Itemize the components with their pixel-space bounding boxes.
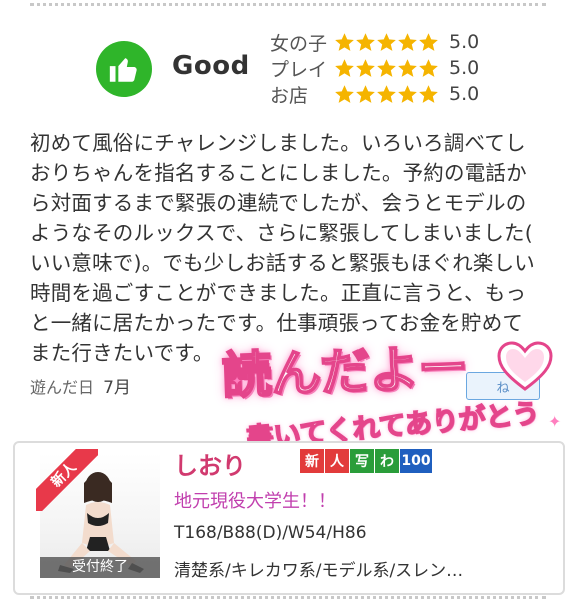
profile-measurements: T168/B88(D)/W54/H86 [174, 523, 367, 543]
rating-value: 5.0 [449, 31, 480, 53]
star-icon [355, 84, 376, 105]
visit-date-month: 7月 [103, 378, 131, 398]
star-icon [418, 58, 439, 79]
divider-top [30, 3, 546, 6]
star-rating [334, 32, 439, 53]
badge: 写 [350, 449, 374, 473]
heart-icon [496, 340, 554, 392]
star-icon [355, 32, 376, 53]
rating-label: 女の子 [270, 32, 328, 55]
star-rating [334, 84, 439, 105]
visit-date-label: 遊んだ日 [30, 378, 95, 397]
profile-tags: 清楚系/キレカワ系/モデル系/スレン… [174, 561, 464, 581]
star-icon [334, 84, 355, 105]
badge: わ [375, 449, 399, 473]
star-rating [334, 58, 439, 79]
review-body: 初めて風俗にチャレンジしました。いろいろ調べてし おりちゃんを指名することにしま… [30, 131, 535, 365]
rating-row-play: プレイ 5.0 [270, 55, 479, 81]
profile-catch-copy: 地元現役大学生！！ [174, 491, 336, 512]
new-ribbon: 新人 [36, 449, 98, 511]
rating-label: お店 [270, 84, 309, 107]
thumbs-up-icon [96, 41, 152, 97]
overall-rating-label: Good [172, 51, 250, 81]
rating-value: 5.0 [449, 57, 480, 79]
star-icon [334, 58, 355, 79]
badge: 100 [400, 449, 432, 473]
star-icon [418, 32, 439, 53]
badge: 人 [325, 449, 349, 473]
star-icon [376, 58, 397, 79]
sparkle-icon: ✦ [232, 374, 243, 388]
star-icon [355, 58, 376, 79]
divider-bottom [30, 596, 546, 599]
rating-row-shop: お店 5.0 [270, 81, 479, 107]
reception-closed-label: 受付終了 [40, 557, 160, 578]
star-icon [397, 84, 418, 105]
star-icon [334, 32, 355, 53]
star-icon [397, 32, 418, 53]
badge: 新 [300, 449, 324, 473]
rating-label: プレイ [270, 58, 328, 81]
rating-value: 5.0 [449, 83, 480, 105]
star-icon [418, 84, 439, 105]
stamp-read-text: 読んだよー [220, 338, 469, 407]
sparkle-icon: ✦ [548, 412, 562, 431]
visit-date: 遊んだ日 7月 [30, 373, 131, 398]
profile-name[interactable]: しおり [174, 446, 246, 481]
new-ribbon-label: 新人 [36, 449, 98, 511]
profile-badges: 新 人 写 わ 100 [300, 449, 432, 473]
star-icon [397, 58, 418, 79]
rating-row-girl: 女の子 5.0 [270, 29, 479, 55]
star-icon [376, 32, 397, 53]
star-icon [376, 84, 397, 105]
